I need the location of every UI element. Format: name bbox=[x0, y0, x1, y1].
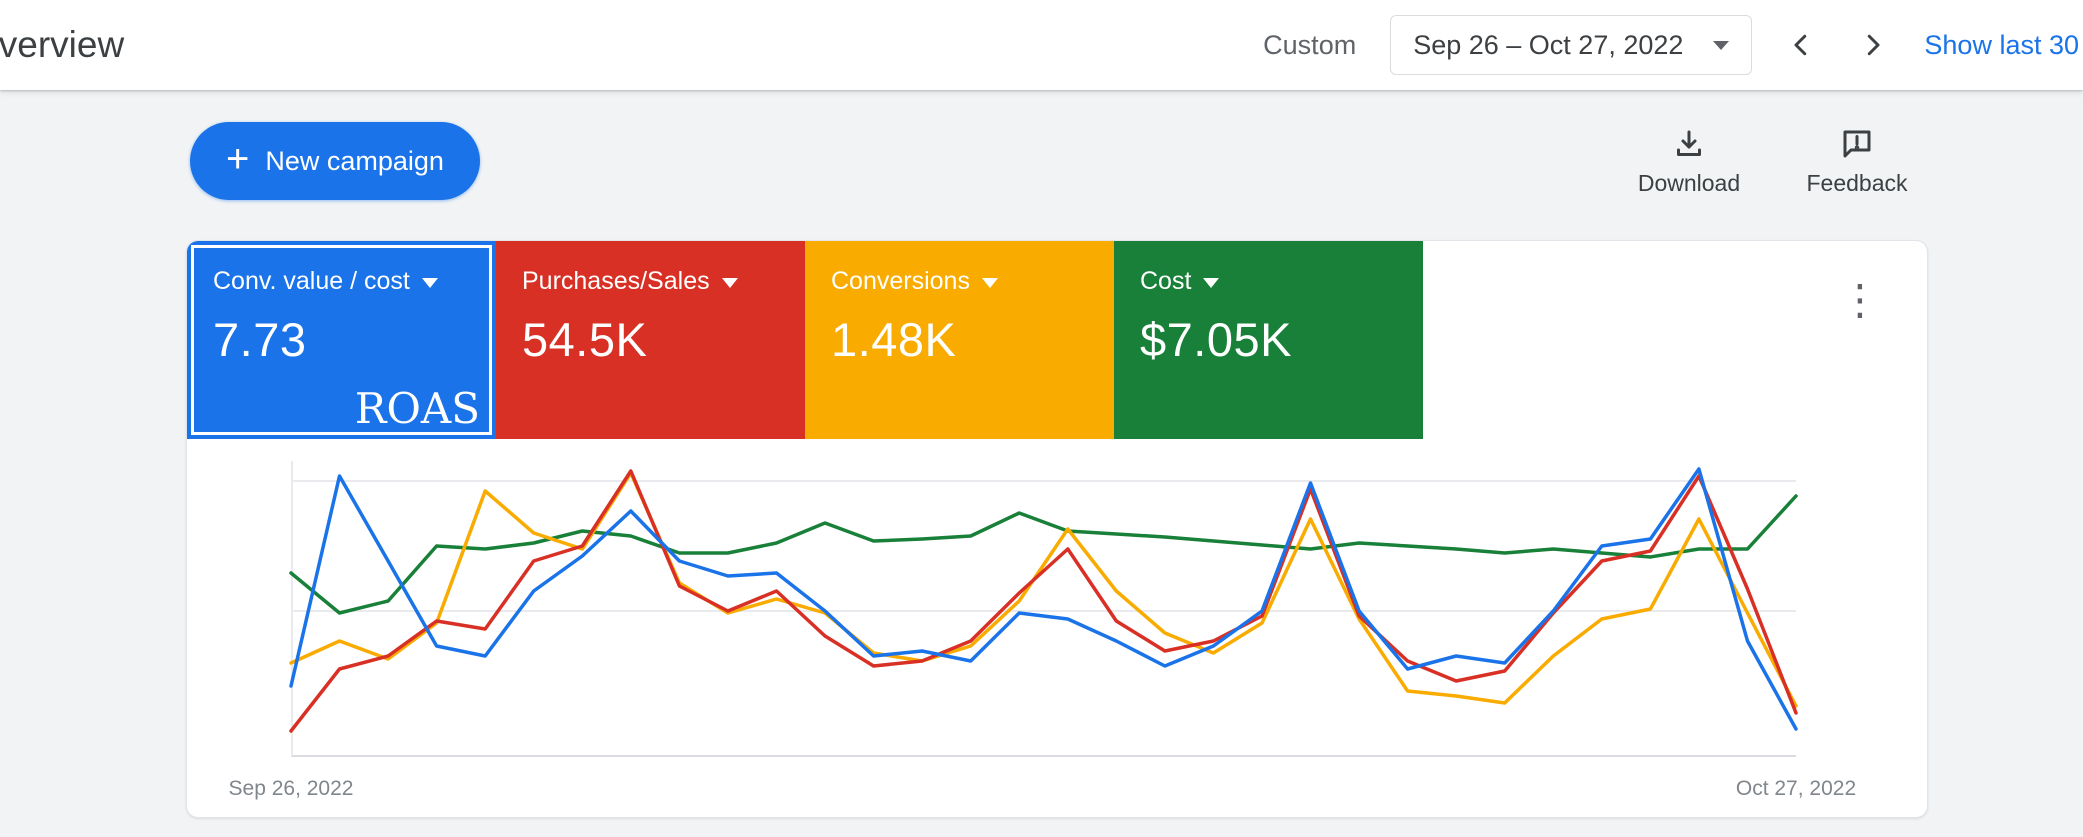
feedback-label: Feedback bbox=[1806, 170, 1907, 197]
download-icon bbox=[1671, 126, 1707, 162]
scorecard-value: 54.5K bbox=[496, 296, 805, 367]
chevron-right-icon bbox=[1858, 30, 1888, 60]
overview-chart bbox=[291, 461, 1796, 771]
x-axis-start-label: Sep 26, 2022 bbox=[229, 777, 354, 801]
scorecard-purchases-sales[interactable]: Purchases/Sales 54.5K bbox=[496, 241, 805, 439]
date-range-selector[interactable]: Sep 26 – Oct 27, 2022 bbox=[1390, 15, 1752, 75]
download-label: Download bbox=[1638, 170, 1740, 197]
scorecard-label: Cost bbox=[1140, 267, 1191, 296]
scorecards: Conv. value / cost 7.73 ROAS Purchases/S… bbox=[187, 241, 1423, 439]
top-bar-right: Custom Sep 26 – Oct 27, 2022 Show last 3… bbox=[1263, 0, 2079, 90]
scorecard-value: 7.73 bbox=[187, 296, 496, 367]
scorecard-cost[interactable]: Cost $7.05K bbox=[1114, 241, 1423, 439]
dropdown-caret-icon[interactable] bbox=[1203, 278, 1219, 288]
chevron-down-icon bbox=[1713, 41, 1729, 50]
new-campaign-button[interactable]: + New campaign bbox=[190, 122, 480, 200]
overview-chart-svg bbox=[291, 461, 1796, 771]
new-campaign-label: New campaign bbox=[265, 146, 444, 177]
show-last-30-link[interactable]: Show last 30 bbox=[1924, 30, 2079, 61]
dropdown-caret-icon[interactable] bbox=[422, 278, 438, 288]
plus-icon: + bbox=[226, 139, 249, 179]
scorecard-conv-value-cost[interactable]: Conv. value / cost 7.73 ROAS bbox=[187, 241, 496, 439]
scorecard-label: Conversions bbox=[831, 267, 970, 296]
scorecard-label: Conv. value / cost bbox=[213, 267, 410, 296]
overview-card: Conv. value / cost 7.73 ROAS Purchases/S… bbox=[186, 240, 1928, 818]
feedback-button[interactable]: Feedback bbox=[1782, 126, 1932, 197]
scorecard-conversions[interactable]: Conversions 1.48K bbox=[805, 241, 1114, 439]
top-bar: Overview Custom Sep 26 – Oct 27, 2022 Sh… bbox=[0, 0, 2083, 90]
x-axis-end-label: Oct 27, 2022 bbox=[1736, 777, 1856, 801]
overflow-menu-icon[interactable]: ⋮ bbox=[1839, 279, 1881, 321]
roas-annotation: ROAS bbox=[355, 384, 480, 433]
dropdown-caret-icon[interactable] bbox=[982, 278, 998, 288]
prev-date-range-button[interactable] bbox=[1778, 22, 1824, 68]
date-range-value: Sep 26 – Oct 27, 2022 bbox=[1413, 30, 1683, 61]
next-date-range-button[interactable] bbox=[1850, 22, 1896, 68]
custom-label: Custom bbox=[1263, 30, 1356, 61]
chevron-left-icon bbox=[1786, 30, 1816, 60]
download-button[interactable]: Download bbox=[1614, 126, 1764, 197]
scorecard-value: 1.48K bbox=[805, 296, 1114, 367]
scorecard-label: Purchases/Sales bbox=[522, 267, 710, 296]
scorecard-value: $7.05K bbox=[1114, 296, 1423, 367]
dropdown-caret-icon[interactable] bbox=[722, 278, 738, 288]
page-title: Overview bbox=[0, 24, 124, 66]
feedback-icon bbox=[1839, 126, 1875, 162]
